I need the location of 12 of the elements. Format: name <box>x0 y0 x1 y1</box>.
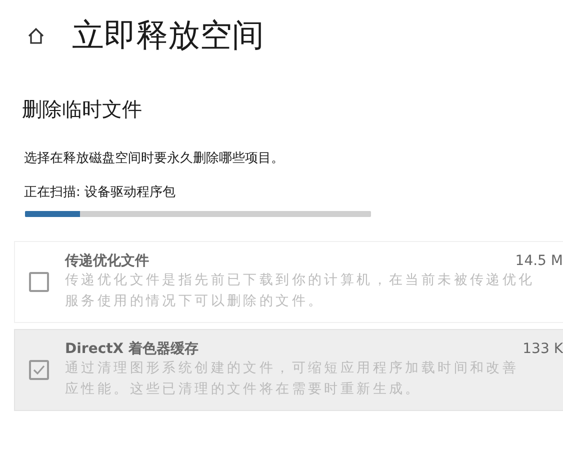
section-title: 删除临时文件 <box>22 96 143 123</box>
item-size: 14.5 M <box>515 253 563 269</box>
item-size: 133 K <box>522 341 563 357</box>
page-title: 立即释放空间 <box>72 15 264 56</box>
home-icon[interactable] <box>26 26 46 46</box>
checkmark-icon <box>32 363 46 377</box>
item-title: 传递优化文件 <box>65 252 149 270</box>
section-description: 选择在释放磁盘空间时要永久删除哪些项目。 <box>24 150 285 167</box>
item-title: DirectX 着色器缓存 <box>65 340 198 358</box>
item-description: 服务使用的情况下可以删除的文件。 <box>65 292 326 311</box>
item-description: 传递优化文件是指先前已下载到你的计算机，在当前未被传递优化 <box>65 271 536 290</box>
scan-status: 正在扫描: 设备驱动程序包 <box>24 184 177 201</box>
